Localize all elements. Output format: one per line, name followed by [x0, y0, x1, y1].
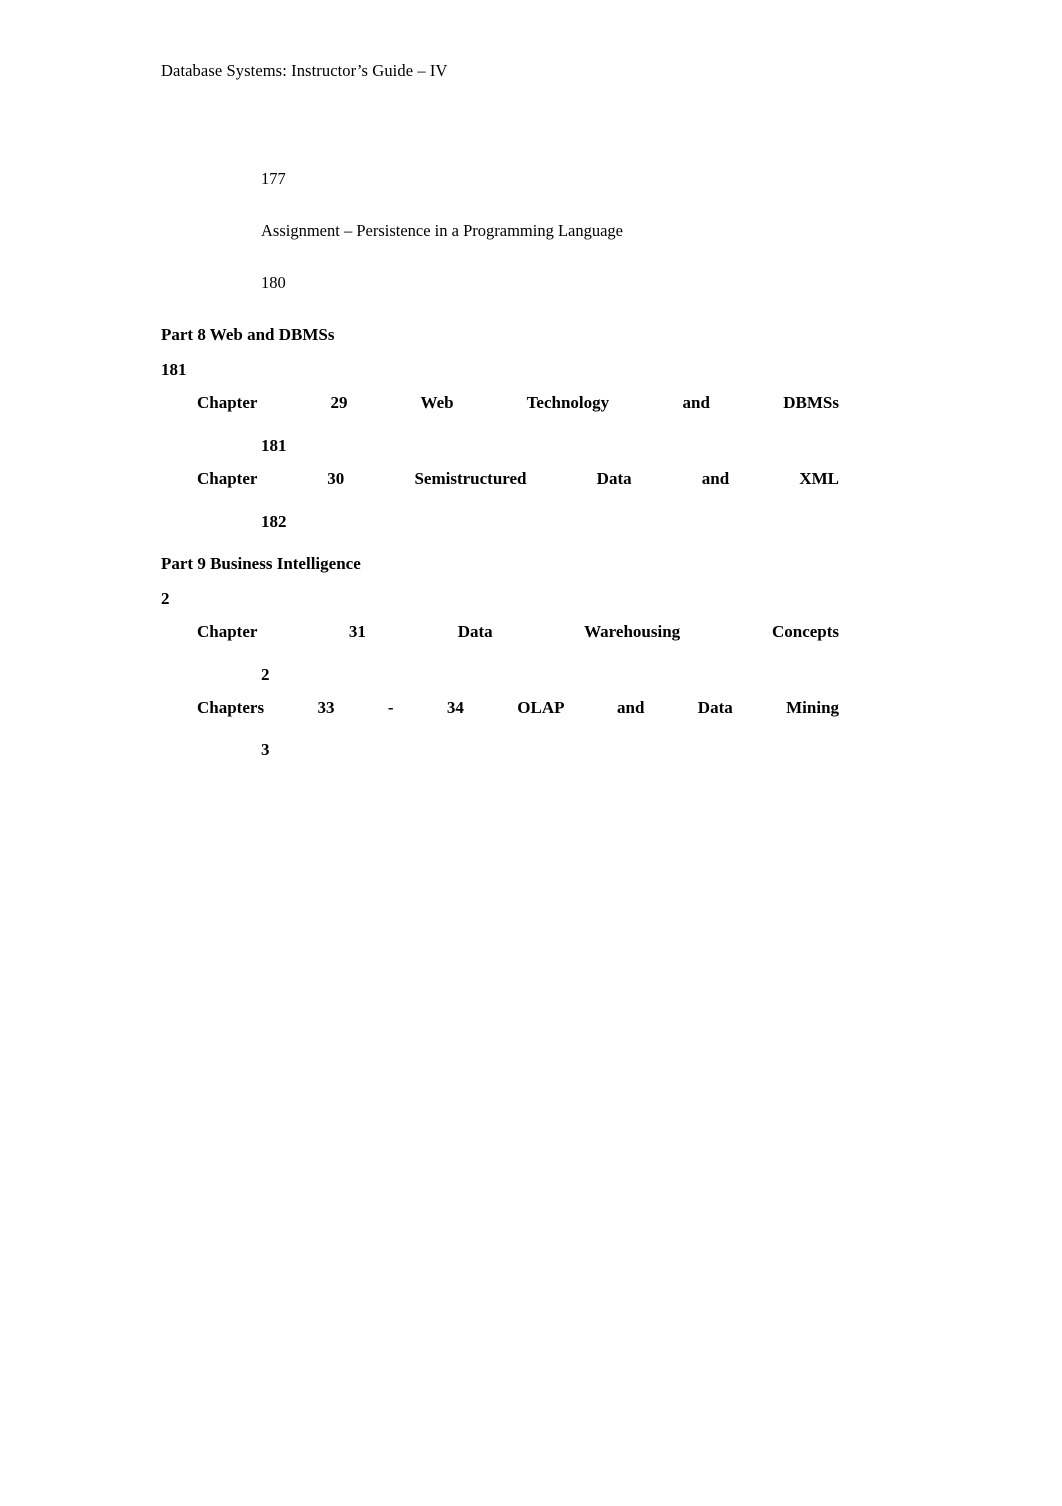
chapter-token: Chapters [197, 698, 265, 717]
chapter-entry-33-34: Chapters 33 - 34 OLAP and Data Mining [197, 697, 839, 718]
chapter-token: Data [596, 469, 632, 488]
chapter-token: 34 [446, 698, 464, 717]
chapter-token: 33 [317, 698, 335, 717]
chapter-token: Data [697, 698, 733, 717]
chapter-token: and [616, 698, 645, 717]
chapter-token: Data [457, 622, 493, 641]
front-matter-page-number-180: 180 [261, 273, 286, 292]
document-page: Database Systems: Instructor’s Guide – I… [0, 0, 1062, 1506]
chapter-token: Concepts [771, 622, 840, 641]
chapter-token: 30 [327, 469, 345, 488]
chapter-token: 31 [348, 622, 366, 641]
chapter-entry-29: Chapter 29 Web Technology and DBMSs [197, 392, 839, 413]
chapter-entry-30-pagenum: 182 [261, 512, 287, 531]
chapter-token: and [682, 393, 710, 412]
chapter-token: Mining [786, 698, 840, 717]
front-matter-page-number-177: 177 [261, 169, 286, 188]
chapter-token: Semistructured [414, 469, 527, 488]
toc-content: 177 Assignment – Persistence in a Progra… [161, 150, 839, 760]
part-heading-8-pagenum: 181 [161, 360, 187, 379]
chapter-token: Chapter [197, 469, 258, 488]
chapter-entry-33-34-pagenum: 3 [261, 740, 270, 759]
front-matter-assignment-entry: Assignment – Persistence in a Programmin… [261, 221, 624, 240]
chapter-token: XML [799, 469, 840, 488]
chapter-token: Technology [526, 393, 610, 412]
running-header: Database Systems: Instructor’s Guide – I… [161, 61, 448, 80]
chapter-token: Chapter [197, 393, 258, 412]
chapter-entry-29-pagenum: 181 [261, 436, 287, 455]
chapter-token: DBMSs [783, 393, 839, 412]
part-heading-9: Part 9 Business Intelligence [161, 554, 361, 573]
chapter-token: Web [420, 393, 454, 412]
part-heading-8: Part 8 Web and DBMSs [161, 325, 335, 344]
chapter-token: Warehousing [584, 622, 681, 641]
chapter-token: - [387, 698, 394, 717]
chapter-token: and [701, 469, 730, 488]
chapter-token: OLAP [517, 698, 564, 717]
chapter-entry-31-pagenum: 2 [261, 665, 270, 684]
chapter-entry-30: Chapter 30 Semistructured Data and XML [197, 468, 839, 489]
chapter-token: 29 [330, 393, 348, 412]
chapter-entry-31: Chapter 31 Data Warehousing Concepts [197, 621, 839, 642]
part-heading-9-pagenum: 2 [161, 589, 170, 608]
chapter-token: Chapter [197, 622, 258, 641]
